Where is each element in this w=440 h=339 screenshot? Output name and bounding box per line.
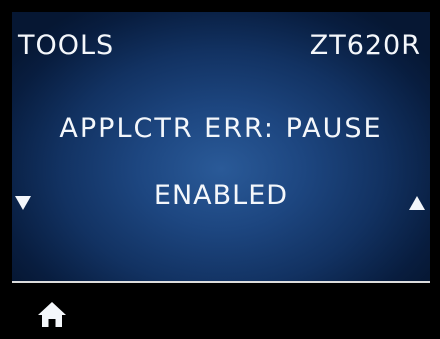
printer-display-frame: TOOLS ZT620R APPLCTR ERR: PAUSE ENABLED <box>0 0 440 339</box>
setting-value: ENABLED <box>153 180 289 211</box>
home-button[interactable] <box>37 300 67 328</box>
footer-bar <box>12 281 430 339</box>
menu-title: TOOLS <box>18 30 115 61</box>
next-value-arrow-icon[interactable] <box>409 196 425 210</box>
setting-name: APPLCTR ERR: PAUSE <box>59 113 383 144</box>
printer-model: ZT620R <box>309 30 421 61</box>
printer-lcd-screen: TOOLS ZT620R APPLCTR ERR: PAUSE ENABLED <box>12 12 430 339</box>
home-icon <box>38 302 66 327</box>
footer-divider <box>12 281 430 283</box>
